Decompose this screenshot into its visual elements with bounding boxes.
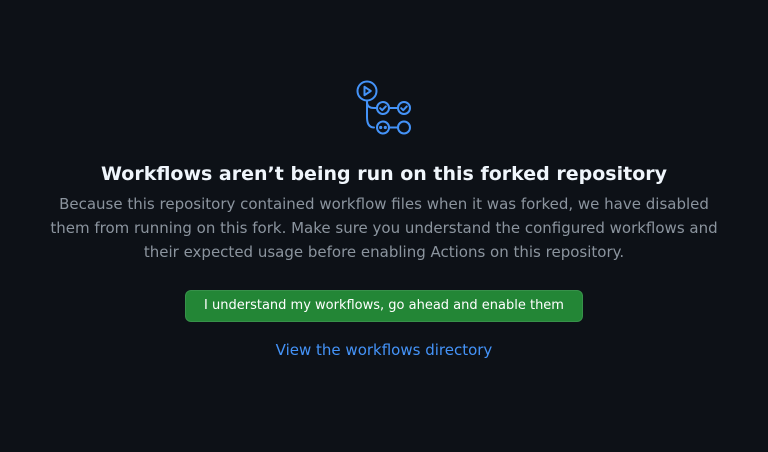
page-title: Workflows aren’t being run on this forke… — [100, 163, 668, 185]
workflow-icon — [355, 80, 413, 136]
disabled-explanation: Because this repository contained workfl… — [50, 195, 718, 261]
actions-disabled-page: Workflows aren’t being run on this forke… — [0, 0, 768, 452]
workflows-directory-link-wrap: View the workflows directory — [0, 339, 768, 361]
workflows-directory-link[interactable]: View the workflows directory — [276, 341, 493, 359]
enable-workflows-button[interactable]: I understand my workflows, go ahead and … — [185, 290, 583, 322]
